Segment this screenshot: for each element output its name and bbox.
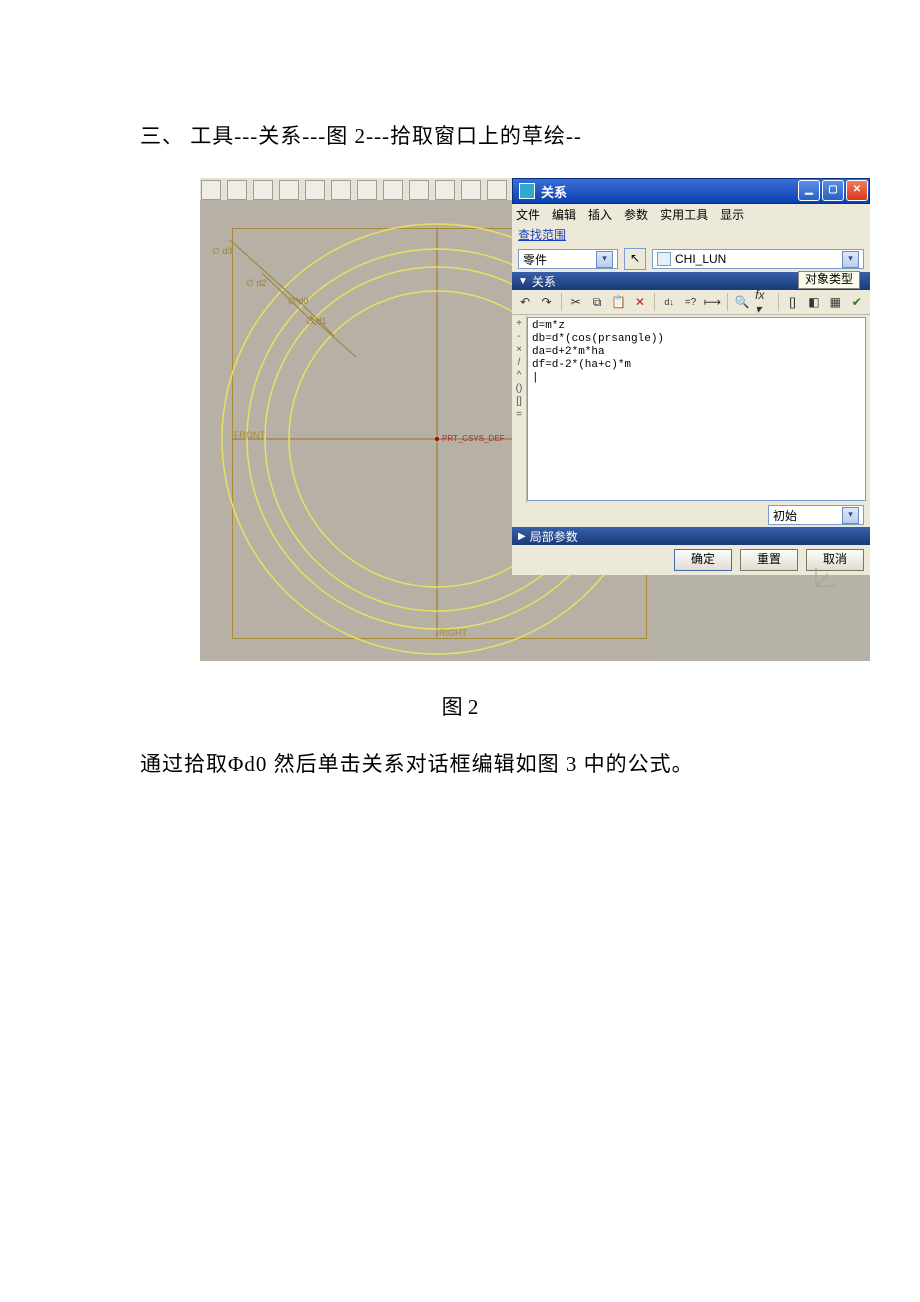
minimize-button[interactable]: ▁ [798,180,820,201]
body-text: 通过拾取Φd0 然后单击关系对话框编辑如图 3 中的公式。 [140,752,694,776]
op-eq[interactable]: = [512,408,526,421]
editor-gutter: + - × / ^ () [] = [512,315,527,503]
chevron-down-icon[interactable]: ▾ [596,251,613,268]
local-params-label: 局部参数 [530,528,578,545]
section-heading: 三、 工具---关系---图 2---拾取窗口上的草绘-- [140,120,780,150]
dim-d0[interactable]: ∅ d0 [288,296,308,307]
chevron-down-icon[interactable]: ▾ [842,507,859,524]
dim-d1[interactable]: ∅ d1 [306,316,326,327]
figure-caption: 图 2 [140,691,780,721]
init-combo[interactable]: 初始 ▾ [768,505,864,525]
type-combo[interactable]: 零件 ▾ [518,249,618,269]
op-plus[interactable]: + [512,317,526,330]
copy-icon[interactable]: ⧉ [588,291,606,313]
op-bracket[interactable]: [] [512,395,526,408]
verify-icon[interactable]: ✔ [848,291,866,313]
pick-cursor-button[interactable]: ↖ [624,248,646,270]
toolbar-icon[interactable] [487,180,507,200]
cut-icon[interactable]: ✂ [567,291,585,313]
toolbar-icon[interactable] [201,180,221,200]
toolbar-icon[interactable] [435,180,455,200]
menu-file[interactable]: 文件 [516,206,540,223]
csys-label: PRT_CSYS_DEF [442,434,505,443]
dialog-title-bar[interactable]: 关系 ▁ ▢ ✕ [512,178,870,204]
object-type-button[interactable]: 对象类型 [798,271,860,289]
body-paragraph: 通过拾取Φd0 然后单击关系对话框编辑如图 3 中的公式。 [140,745,780,785]
chevron-right-icon: ▶ [518,531,526,542]
toolbar-icon[interactable] [331,180,351,200]
dialog-button-row: 确定 重置 取消 [512,545,870,575]
dialog-title: 关系 [541,182,797,201]
chevron-down-icon[interactable]: ▾ [842,251,859,268]
editor-toolbar: ↶ ↷ ✂ ⧉ 📋 ✕ d↓ =? ⟼ 🔍 fx ▾ [] ◧ ▦ ✔ [512,290,870,315]
menu-insert[interactable]: 插入 [588,206,612,223]
init-combo-value: 初始 [773,507,797,524]
cancel-button[interactable]: 取消 [806,549,864,571]
relations-section-header[interactable]: ▼ 关系 对象类型 [512,272,870,290]
dim-d3[interactable]: ∅ d3 [212,246,232,257]
op-mul[interactable]: × [512,343,526,356]
toolbar-icon[interactable] [227,180,247,200]
undo-icon[interactable]: ↶ [516,291,534,313]
toolbar-icon[interactable] [409,180,429,200]
chevron-down-icon: ▼ [518,276,528,287]
op-div[interactable]: / [512,356,526,369]
relations-dialog: 关系 ▁ ▢ ✕ 文件 编辑 插入 参数 实用工具 显示 查找范围 [512,178,870,561]
relations-section-label: 关系 [532,273,556,290]
op-minus[interactable]: - [512,330,526,343]
find-icon[interactable]: 🔍 [733,291,751,313]
function-icon[interactable]: fx ▾ [754,291,772,313]
equals-q-icon[interactable]: =? [681,291,699,313]
param-icon[interactable]: ◧ [805,291,823,313]
model-combo[interactable]: CHI_LUN ▾ [652,249,864,269]
type-combo-value: 零件 [523,251,547,268]
reset-button[interactable]: 重置 [740,549,798,571]
editor-body: + - × / ^ () [] = d=m*z db=d*(cos(prsang… [512,315,870,503]
menu-params[interactable]: 参数 [624,206,648,223]
menu-utilities[interactable]: 实用工具 [660,206,708,223]
dialog-menu-bar: 文件 编辑 插入 参数 实用工具 显示 [512,204,870,224]
model-combo-value: CHI_LUN [675,252,726,266]
local-params-section-header[interactable]: ▶ 局部参数 [512,527,870,545]
lookin-link[interactable]: 查找范围 [518,228,566,242]
model-icon [657,252,671,266]
toolbar-icon[interactable] [253,180,273,200]
dialog-icon [519,183,535,199]
menu-edit[interactable]: 编辑 [552,206,576,223]
relations-editor[interactable]: d=m*z db=d*(cos(prsangle)) da=d+2*m*ha d… [527,317,866,501]
menu-show[interactable]: 显示 [720,206,744,223]
lookin-row: 查找范围 [512,224,870,246]
close-button[interactable]: ✕ [846,180,868,201]
toolbar-icon[interactable] [383,180,403,200]
axis-front-label: FRONT [234,430,265,440]
dim-d2[interactable]: ∅ d2 [246,278,266,289]
toolbar-icon[interactable] [279,180,299,200]
paste-icon[interactable]: 📋 [609,291,627,313]
delete-icon[interactable]: ✕ [631,291,649,313]
op-pow[interactable]: ^ [512,369,526,382]
sort-icon[interactable]: d↓ [660,291,678,313]
relation-icon[interactable]: ▦ [826,291,844,313]
ruler-icon[interactable]: ⟼ [703,291,722,313]
ok-button[interactable]: 确定 [674,549,732,571]
toolbar-icon[interactable] [305,180,325,200]
toolbar-icon[interactable] [461,180,481,200]
op-paren[interactable]: () [512,382,526,395]
brackets-icon[interactable]: [] [783,291,801,313]
figure-2-screenshot: ∅ d3 ∅ d2 ∅ d0 ∅ d1 FRONT RIGHT PRT_CSYS… [200,178,870,661]
maximize-button[interactable]: ▢ [822,180,844,201]
redo-icon[interactable]: ↷ [537,291,555,313]
axis-right-label: RIGHT [439,628,467,638]
toolbar-icon[interactable] [357,180,377,200]
